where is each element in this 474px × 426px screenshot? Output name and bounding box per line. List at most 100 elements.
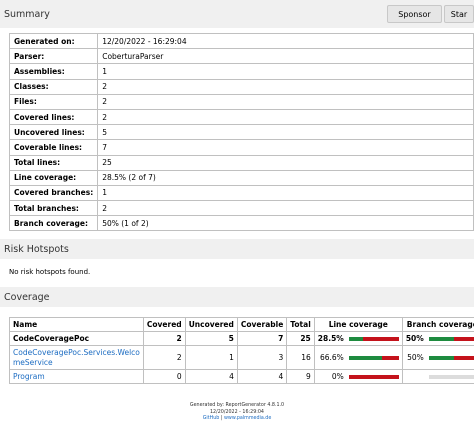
class-covered: 0: [142, 369, 186, 384]
assembly-coverable: 7: [236, 331, 288, 346]
summary-table: Generated on: 12/20/2022 - 16:29:04 Parser…: [8, 32, 474, 232]
class-covered: 2: [142, 345, 186, 370]
uncovered-segment: [453, 355, 474, 360]
assembly-name[interactable]: CodeCoveragePoc: [9, 331, 144, 346]
summary-key: Total lines:: [8, 154, 99, 171]
coverage-header: Coverage: [0, 287, 474, 307]
summary-value: 1: [97, 184, 474, 202]
sponsor-button[interactable]: Sponsor: [387, 5, 442, 23]
covered-segment: [348, 355, 383, 360]
assembly-row: CodeCoveragePoc 2 5 7 25 28.5% 50%: [9, 331, 474, 346]
summary-value: 25: [97, 154, 474, 171]
coverage-title: Coverage: [4, 291, 50, 303]
class-total: 16: [286, 345, 315, 370]
covered-segment: [348, 336, 364, 341]
coverage-header-row: Name Covered Uncovered Coverable Total L…: [9, 317, 474, 332]
class-line-bar: [348, 355, 399, 360]
summary-value: CoberturaParser: [97, 48, 474, 65]
class-branch-pct: 50%: [401, 345, 427, 370]
assembly-branch-pct: 50%: [401, 331, 427, 346]
no-branches-segment: [428, 374, 474, 379]
uncovered-segment: [348, 374, 399, 379]
class-line-pct: 0%: [313, 369, 347, 384]
summary-key: Assemblies:: [8, 63, 99, 80]
summary-row: Line coverage: 28.5% (2 of 7): [8, 169, 474, 186]
summary-value: 28.5% (2 of 7): [97, 169, 474, 186]
class-branch-bar: [428, 374, 474, 379]
summary-key: Classes:: [8, 78, 99, 95]
summary-title: Summary: [4, 8, 50, 20]
class-row: CodeCoveragePoc.Services.Welco meService …: [9, 345, 474, 370]
assembly-line-pct: 28.5%: [313, 331, 347, 346]
class-total: 9: [286, 369, 315, 384]
footer-site-link[interactable]: www.palmmedia.de: [224, 416, 271, 421]
summary-key: Covered lines:: [8, 108, 99, 126]
class-branch-pct: [401, 369, 427, 384]
covered-segment: [428, 336, 454, 341]
summary-key: Parser:: [8, 48, 99, 65]
risk-hotspots-title: Risk Hotspots: [4, 243, 69, 255]
summary-key: Branch coverage:: [8, 215, 99, 232]
col-total[interactable]: Total: [286, 317, 315, 332]
summary-key: Line coverage:: [8, 169, 99, 186]
summary-row: Covered branches: 1: [8, 184, 474, 202]
summary-key: Files:: [8, 93, 99, 110]
summary-row: Branch coverage: 50% (1 of 2): [8, 215, 474, 232]
class-row: Program 0 4 4 9 0%: [9, 369, 474, 384]
risk-hotspots-header: Risk Hotspots: [0, 239, 474, 259]
summary-key: Coverable lines:: [8, 139, 99, 156]
summary-row: Parser: CoberturaParser: [8, 48, 474, 65]
col-coverable[interactable]: Coverable: [236, 317, 288, 332]
summary-row: Covered lines: 2: [8, 108, 474, 126]
assembly-uncovered: 5: [184, 331, 238, 346]
covered-segment: [428, 355, 454, 360]
summary-row: Classes: 2: [8, 78, 474, 95]
star-button[interactable]: Star: [444, 5, 474, 23]
class-line-pct: 66.6%: [313, 345, 347, 370]
summary-value: 12/20/2022 - 16:29:04: [97, 32, 474, 50]
col-covered[interactable]: Covered: [142, 317, 186, 332]
summary-row: Total lines: 25: [8, 154, 474, 171]
summary-value: 2: [97, 93, 474, 110]
summary-row: Coverable lines: 7: [8, 139, 474, 156]
class-coverable: 4: [236, 369, 288, 384]
summary-row: Assemblies: 1: [8, 63, 474, 80]
class-uncovered: 1: [184, 345, 238, 370]
uncovered-segment: [382, 355, 399, 360]
footer: Generated by: ReportGenerator 4.8.1.0 12…: [0, 403, 474, 423]
assembly-total: 25: [286, 331, 315, 346]
summary-row: Files: 2: [8, 93, 474, 110]
col-uncovered[interactable]: Uncovered: [184, 317, 238, 332]
summary-key: Covered branches:: [8, 184, 99, 202]
summary-value: 5: [97, 124, 474, 141]
class-link-program[interactable]: Program: [13, 372, 45, 381]
summary-key: Uncovered lines:: [8, 124, 99, 141]
summary-value: 2: [97, 78, 474, 95]
class-uncovered: 4: [184, 369, 238, 384]
uncovered-segment: [453, 336, 474, 341]
uncovered-segment: [363, 336, 399, 341]
col-name[interactable]: Name: [9, 317, 144, 332]
col-branch-coverage[interactable]: Branch coverage: [401, 317, 474, 332]
summary-panel: Generated on: 12/20/2022 - 16:29:04 Parser…: [0, 28, 474, 236]
summary-row: Generated on: 12/20/2022 - 16:29:04: [8, 32, 474, 50]
class-line-bar: [348, 374, 399, 379]
summary-key: Generated on:: [8, 32, 99, 50]
class-link-welcome-service[interactable]: CodeCoveragePoc.Services.Welco meService: [13, 348, 140, 367]
class-branch-bar: [428, 355, 474, 360]
summary-value: 7: [97, 139, 474, 156]
summary-value: 2: [97, 200, 474, 217]
summary-row: Total branches: 2: [8, 200, 474, 217]
class-coverable: 3: [236, 345, 288, 370]
coverage-table: Name Covered Uncovered Coverable Total L…: [9, 317, 474, 384]
assembly-branch-bar: [428, 336, 474, 341]
no-risk-hotspots-text: No risk hotspots found.: [9, 268, 91, 276]
summary-row: Uncovered lines: 5: [8, 124, 474, 141]
summary-value: 50% (1 of 2): [97, 215, 474, 232]
col-line-coverage[interactable]: Line coverage: [313, 317, 403, 332]
assembly-covered: 2: [142, 331, 186, 346]
summary-value: 1: [97, 63, 474, 80]
footer-github-link[interactable]: GitHub: [203, 416, 220, 421]
summary-key: Total branches:: [8, 200, 99, 217]
assembly-line-bar: [348, 336, 399, 341]
